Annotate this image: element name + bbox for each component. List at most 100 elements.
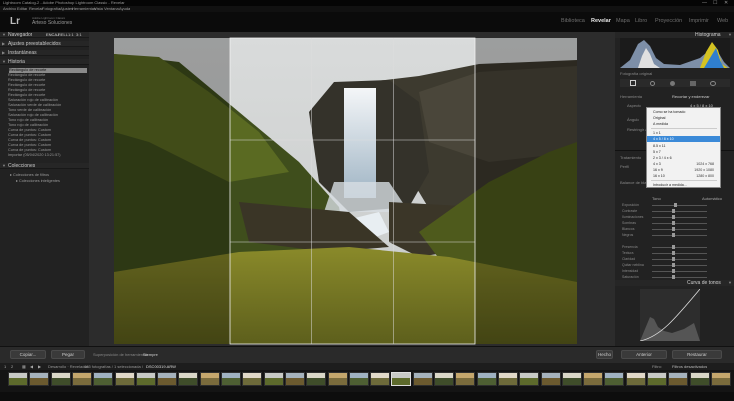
copy-button[interactable]: Copiar... — [10, 350, 46, 359]
menu-fotografia[interactable]: Fotografía — [42, 6, 60, 11]
slider-track[interactable] — [652, 235, 707, 236]
slider-row[interactable]: Claridad — [622, 257, 722, 262]
slider-row[interactable]: Textura — [622, 251, 722, 256]
slider-row[interactable]: Exposición — [622, 203, 722, 208]
module-web[interactable]: Web — [717, 18, 728, 25]
slider-knob[interactable] — [672, 263, 675, 267]
filmstrip-thumbnail[interactable] — [199, 372, 220, 386]
filmstrip-thumbnail[interactable] — [647, 372, 667, 386]
slider-track[interactable] — [652, 211, 707, 212]
filmstrip-thumbnail[interactable] — [519, 372, 540, 386]
collection-set[interactable]: ▸ Colecciones inteligentes — [16, 179, 94, 184]
overlay-select[interactable]: Siempre — [143, 352, 158, 357]
menu-vista[interactable]: Vista — [94, 6, 103, 11]
slider-knob[interactable] — [672, 275, 675, 279]
module-revelar[interactable]: Revelar — [591, 18, 611, 25]
tone-curve-header[interactable]: Curva de tonos ▼ — [615, 280, 734, 286]
filmstrip-thumbnail[interactable] — [327, 372, 348, 386]
filmstrip-thumbnail[interactable] — [710, 372, 731, 386]
slider-row[interactable]: Iluminaciones — [622, 215, 722, 220]
aspect-option[interactable]: 16 x 9 1920 x 1080 — [647, 167, 720, 173]
filmstrip-thumbnail[interactable] — [391, 372, 412, 386]
forward-arrow-icon[interactable]: ▶ — [38, 364, 41, 369]
auto-button[interactable]: Automático — [702, 196, 722, 201]
filmstrip-thumbnail[interactable] — [625, 372, 646, 386]
menu-archivo[interactable]: Archivo — [3, 6, 16, 11]
slider-row[interactable]: Sombras — [622, 221, 722, 226]
slider-row[interactable]: Intensidad — [622, 269, 722, 274]
navigator-header[interactable]: ▼ Navegador ENCAJ RELL 1:1 3:1 — [0, 32, 89, 38]
filmstrip-thumbnail[interactable] — [242, 372, 263, 386]
slider-track[interactable] — [652, 223, 707, 224]
filmstrip-thumbnail[interactable] — [157, 372, 178, 386]
module-imprimir[interactable]: Imprimir — [689, 18, 709, 25]
monitor-2-button[interactable]: 2 — [11, 364, 13, 369]
slider-track[interactable] — [652, 277, 707, 278]
slider-track[interactable] — [652, 247, 707, 248]
aspect-option[interactable]: 16 x 10 1280 x 800 — [647, 173, 720, 179]
filmstrip-thumbnail[interactable] — [370, 372, 391, 386]
filmstrip-thumbnail[interactable] — [29, 372, 50, 386]
filmstrip-source[interactable]: Desarrollo · Revelados — [48, 364, 89, 369]
filmstrip-thumbnail[interactable] — [497, 372, 518, 386]
crop-tool-icon[interactable] — [630, 80, 636, 86]
menu-editar[interactable]: Editar — [17, 6, 27, 11]
filmstrip-thumbnail[interactable] — [50, 372, 71, 386]
aspect-option[interactable]: 2 x 3 / 4 x 6 — [647, 155, 720, 161]
filter-select[interactable]: Filtros desactivados — [672, 364, 707, 369]
slider-knob[interactable] — [672, 233, 675, 237]
slider-knob[interactable] — [672, 215, 675, 219]
module-libro[interactable]: Libro — [635, 18, 647, 25]
menu-ayuda[interactable]: Ayuda — [119, 6, 130, 11]
aspect-option[interactable]: 4 x 5 / 8 x 10 — [647, 136, 720, 143]
filmstrip-thumbnail[interactable] — [604, 372, 625, 386]
aspect-option[interactable]: 4 x 3 1024 x 768 — [647, 161, 720, 167]
aspect-option[interactable]: Introducir a medida... — [647, 182, 720, 188]
filmstrip-thumbnail[interactable] — [263, 372, 284, 386]
slider-knob[interactable] — [674, 203, 677, 207]
slider-knob[interactable] — [672, 209, 675, 213]
module-biblioteca[interactable]: Biblioteca — [561, 18, 585, 25]
zoom-1-1[interactable]: 1:1 — [68, 32, 74, 37]
presets-header[interactable]: ▶ Ajustes preestablecidos — [0, 41, 89, 47]
filmstrip-thumbnail[interactable] — [412, 372, 433, 386]
back-arrow-icon[interactable]: ◀ — [30, 364, 33, 369]
filmstrip-thumbnail[interactable] — [114, 372, 135, 386]
filmstrip-thumbnail[interactable] — [476, 372, 497, 386]
collection-set[interactable]: ▸ Colecciones de filtros — [10, 173, 88, 178]
history-header[interactable]: ▼ Historia — [0, 59, 89, 65]
spot-removal-icon[interactable] — [650, 81, 655, 86]
snapshots-header[interactable]: ▶ Instantáneas — [0, 50, 89, 56]
slider-track[interactable] — [652, 265, 707, 266]
filmstrip-thumbnail[interactable] — [135, 372, 156, 386]
slider-knob[interactable] — [672, 227, 675, 231]
aspect-option[interactable]: 8.5 x 11 — [647, 143, 720, 149]
original-photo-label[interactable]: Fotografía original — [620, 71, 652, 76]
filmstrip-thumbnail[interactable] — [583, 372, 604, 386]
filmstrip-thumbnail[interactable] — [284, 372, 305, 386]
menu-ventana[interactable]: Ventana — [104, 6, 119, 11]
zoom-3-1[interactable]: 3:1 — [76, 32, 82, 37]
slider-knob[interactable] — [672, 269, 675, 273]
slider-track[interactable] — [652, 217, 707, 218]
filmstrip-thumbnail[interactable] — [455, 372, 476, 386]
filmstrip-thumbnail[interactable] — [8, 372, 28, 386]
graduated-filter-icon[interactable] — [690, 81, 696, 86]
module-mapa[interactable]: Mapa — [616, 18, 630, 25]
tone-curve-graph[interactable] — [639, 288, 701, 342]
collections-header[interactable]: ▼ Colecciones — [0, 163, 89, 169]
filmstrip-thumbnail[interactable] — [434, 372, 454, 386]
reset-button[interactable]: Restaurar — [672, 350, 722, 359]
history-step[interactable]: Importar (05/04/2020 13:21:57) — [8, 153, 86, 158]
zoom-fill[interactable]: RELL — [58, 32, 68, 37]
filmstrip-thumbnail[interactable] — [71, 372, 92, 386]
radial-filter-icon[interactable] — [710, 81, 716, 86]
paste-button[interactable]: Pegar — [51, 350, 85, 359]
filmstrip-thumbnail[interactable] — [561, 372, 582, 386]
menu-revelar[interactable]: Revelar — [29, 6, 43, 11]
aspect-option[interactable]: 1 x 1 — [647, 130, 720, 136]
filmstrip-thumbnail[interactable] — [93, 372, 114, 386]
filmstrip-thumbnail[interactable] — [348, 372, 369, 386]
slider-track[interactable] — [652, 229, 707, 230]
slider-row[interactable]: Presencia — [622, 245, 722, 250]
